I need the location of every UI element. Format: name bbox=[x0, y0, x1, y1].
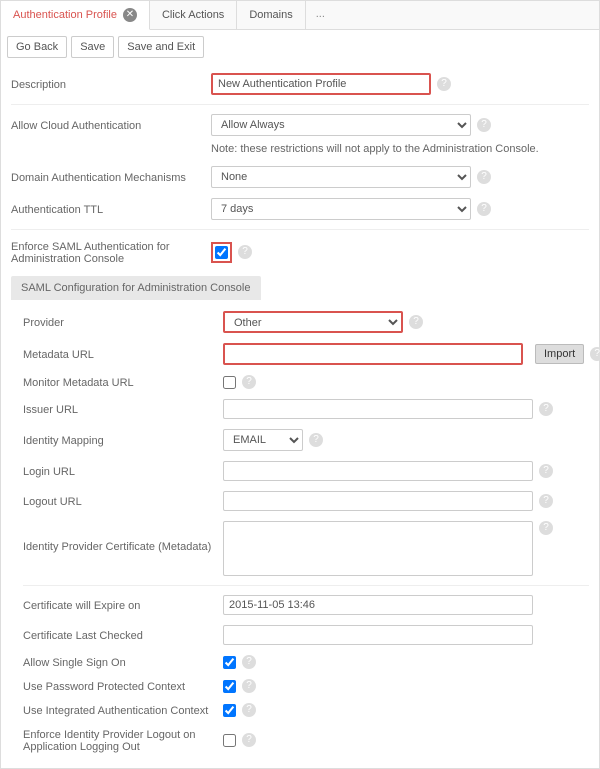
label-cert-last-checked: Certificate Last Checked bbox=[23, 628, 223, 642]
help-icon[interactable]: ? bbox=[539, 402, 553, 416]
save-and-exit-button[interactable]: Save and Exit bbox=[118, 36, 204, 58]
go-back-button[interactable]: Go Back bbox=[7, 36, 67, 58]
cert-last-checked-input[interactable] bbox=[223, 625, 533, 645]
label-use-integ-auth: Use Integrated Authentication Context bbox=[23, 703, 223, 717]
form-area: Description ? Allow Cloud Authentication… bbox=[1, 64, 599, 768]
saml-config-header: SAML Configuration for Administration Co… bbox=[11, 276, 261, 300]
allow-cloud-auth-select[interactable]: Allow Always bbox=[211, 114, 471, 136]
issuer-url-input[interactable] bbox=[223, 399, 533, 419]
idp-cert-textarea[interactable] bbox=[223, 521, 533, 576]
label-issuer-url: Issuer URL bbox=[23, 402, 223, 416]
help-icon[interactable]: ? bbox=[242, 703, 256, 717]
help-icon[interactable]: ? bbox=[477, 202, 491, 216]
identity-mapping-select[interactable]: EMAIL bbox=[223, 429, 303, 451]
label-use-pw-context: Use Password Protected Context bbox=[23, 679, 223, 693]
tab-authentication-profile[interactable]: Authentication Profile ✕ bbox=[1, 1, 150, 30]
help-icon[interactable]: ? bbox=[539, 494, 553, 508]
description-input[interactable] bbox=[211, 73, 431, 95]
toolbar: Go Back Save Save and Exit bbox=[1, 30, 599, 64]
import-button[interactable]: Import bbox=[535, 344, 584, 364]
label-cert-expire: Certificate will Expire on bbox=[23, 598, 223, 612]
label-metadata-url: Metadata URL bbox=[23, 347, 223, 361]
help-icon[interactable]: ? bbox=[590, 347, 600, 361]
label-auth-ttl: Authentication TTL bbox=[11, 202, 211, 216]
help-icon[interactable]: ? bbox=[242, 375, 256, 389]
login-url-input[interactable] bbox=[223, 461, 533, 481]
help-icon[interactable]: ? bbox=[477, 170, 491, 184]
help-icon[interactable]: ? bbox=[539, 464, 553, 478]
help-icon[interactable]: ? bbox=[242, 655, 256, 669]
provider-select[interactable]: Other bbox=[223, 311, 403, 333]
label-allow-cloud-auth: Allow Cloud Authentication bbox=[11, 118, 211, 132]
domain-auth-mech-select[interactable]: None bbox=[211, 166, 471, 188]
help-icon[interactable]: ? bbox=[238, 245, 252, 259]
saml-config-block: Provider Other ? Metadata URL Import ? bbox=[23, 306, 589, 758]
label-allow-sso: Allow Single Sign On bbox=[23, 655, 223, 669]
help-icon[interactable]: ? bbox=[242, 679, 256, 693]
help-icon[interactable]: ? bbox=[309, 433, 323, 447]
help-icon[interactable]: ? bbox=[477, 118, 491, 132]
tab-click-actions[interactable]: Click Actions bbox=[150, 1, 237, 29]
label-login-url: Login URL bbox=[23, 464, 223, 478]
tab-label: Authentication Profile bbox=[13, 9, 117, 21]
label-logout-url: Logout URL bbox=[23, 494, 223, 508]
help-icon[interactable]: ? bbox=[437, 77, 451, 91]
help-icon[interactable]: ? bbox=[409, 315, 423, 329]
label-identity-mapping: Identity Mapping bbox=[23, 433, 223, 447]
tab-domains[interactable]: Domains bbox=[237, 1, 305, 29]
allow-sso-checkbox[interactable] bbox=[223, 656, 236, 669]
cloud-auth-note: Note: these restrictions will not apply … bbox=[211, 141, 589, 161]
label-domain-auth-mech: Domain Authentication Mechanisms bbox=[11, 170, 211, 184]
label-enforce-idp-logout: Enforce Identity Provider Logout on Appl… bbox=[23, 727, 223, 753]
close-icon[interactable]: ✕ bbox=[123, 8, 137, 22]
tab-label: Domains bbox=[249, 9, 292, 21]
tab-more[interactable]: ... bbox=[306, 1, 335, 29]
save-button[interactable]: Save bbox=[71, 36, 114, 58]
help-icon[interactable]: ? bbox=[539, 521, 553, 535]
help-icon[interactable]: ? bbox=[242, 733, 256, 747]
enforce-idp-logout-checkbox[interactable] bbox=[223, 734, 236, 747]
enforce-saml-highlight bbox=[211, 242, 232, 263]
label-description: Description bbox=[11, 77, 211, 91]
logout-url-input[interactable] bbox=[223, 491, 533, 511]
main-panel: Authentication Profile ✕ Click Actions D… bbox=[0, 0, 600, 769]
monitor-metadata-url-checkbox[interactable] bbox=[223, 376, 236, 389]
auth-ttl-select[interactable]: 7 days bbox=[211, 198, 471, 220]
label-provider: Provider bbox=[23, 315, 223, 329]
tab-bar: Authentication Profile ✕ Click Actions D… bbox=[1, 1, 599, 30]
label-idp-cert: Identity Provider Certificate (Metadata) bbox=[23, 521, 223, 553]
use-integ-auth-checkbox[interactable] bbox=[223, 704, 236, 717]
enforce-saml-checkbox[interactable] bbox=[215, 246, 228, 259]
label-enforce-saml: Enforce SAML Authentication for Administ… bbox=[11, 239, 211, 265]
cert-expire-input[interactable] bbox=[223, 595, 533, 615]
label-monitor-metadata-url: Monitor Metadata URL bbox=[23, 375, 223, 389]
metadata-url-input[interactable] bbox=[223, 343, 523, 365]
use-pw-context-checkbox[interactable] bbox=[223, 680, 236, 693]
tab-label: Click Actions bbox=[162, 9, 224, 21]
